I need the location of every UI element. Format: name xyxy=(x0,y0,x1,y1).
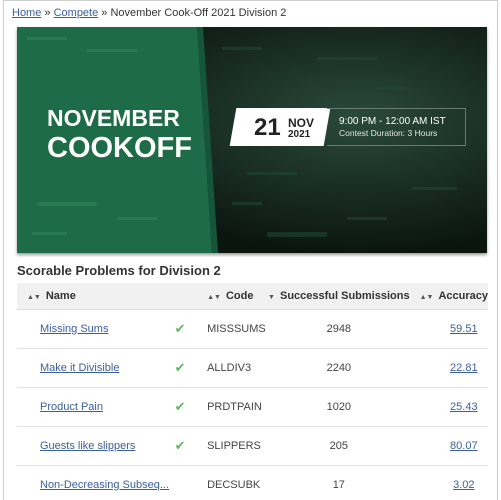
sort-icon: ▲▼ xyxy=(207,293,221,301)
sort-down-icon: ▼ xyxy=(268,293,275,301)
check-icon: ✔ xyxy=(174,320,186,336)
contest-banner: NOVEMBER COOKOFF 21 NOV 2021 9:00 PM - 1… xyxy=(17,27,487,253)
breadcrumb-compete-link[interactable]: Compete xyxy=(54,7,99,19)
successful-submissions: 1020 xyxy=(326,400,352,413)
table-header-row: ▲▼ Name ▲▼ Code ▼ Successful Submissions ▲▼… xyxy=(17,283,488,310)
date-month: NOV xyxy=(288,116,315,130)
contest-duration: Contest Duration: 3 Hours xyxy=(339,128,438,138)
accuracy-link[interactable]: 3.02 xyxy=(453,479,474,491)
header-accuracy-label: Accuracy xyxy=(438,289,488,302)
header-name[interactable]: ▲▼ Name xyxy=(17,283,192,310)
accuracy-link[interactable]: 80.07 xyxy=(450,440,478,452)
banner-title-line1: NOVEMBER xyxy=(47,105,180,131)
problems-table: ▲▼ Name ▲▼ Code ▼ Successful Submissions ▲▼… xyxy=(17,283,488,500)
table-row: Product Pain ✔ PRDTPAIN 1020 25.43 xyxy=(17,387,488,426)
time-box xyxy=(327,108,466,146)
accuracy-link[interactable]: 25.43 xyxy=(450,401,478,413)
successful-submissions: 17 xyxy=(332,478,345,491)
sort-icon: ▲▼ xyxy=(27,293,41,301)
check-icon: ✔ xyxy=(174,398,186,414)
breadcrumb-current: November Cook-Off 2021 Division 2 xyxy=(110,7,287,19)
successful-submissions: 2240 xyxy=(326,361,352,374)
table-row: Non-Decreasing Subseq... DECSUBK 17 3.02 xyxy=(17,465,488,500)
banner-title: NOVEMBER COOKOFF xyxy=(47,105,192,164)
problem-code: SLIPPERS xyxy=(207,439,261,452)
table-row: Missing Sums ✔ MISSSUMS 2948 59.51 xyxy=(17,309,488,348)
problem-code: MISSSUMS xyxy=(207,322,266,335)
accuracy-link[interactable]: 22.81 xyxy=(450,362,478,374)
problem-name-link[interactable]: Make it Divisible xyxy=(40,362,119,374)
header-submissions[interactable]: ▼ Successful Submissions xyxy=(268,283,410,310)
successful-submissions: 205 xyxy=(329,439,348,452)
check-icon: ✔ xyxy=(174,359,186,375)
problem-name-link[interactable]: Missing Sums xyxy=(40,323,108,335)
breadcrumb-separator: » xyxy=(44,7,51,19)
breadcrumb-home-link[interactable]: Home xyxy=(12,7,41,19)
problem-name-link[interactable]: Product Pain xyxy=(40,401,103,413)
successful-submissions: 2948 xyxy=(326,322,352,335)
problem-code: ALLDIV3 xyxy=(207,361,252,374)
breadcrumb: Home » Compete » November Cook-Off 2021 … xyxy=(12,7,286,19)
section-title: Scorable Problems for Division 2 xyxy=(17,263,221,278)
header-code[interactable]: ▲▼ Code xyxy=(191,283,269,310)
header-name-label: Name xyxy=(45,289,76,302)
breadcrumb-separator: » xyxy=(101,7,108,19)
problem-code: DECSUBK xyxy=(207,478,261,491)
accuracy-link[interactable]: 59.51 xyxy=(450,323,478,335)
contest-time: 9:00 PM - 12:00 AM IST xyxy=(339,116,446,127)
banner-title-line2: COOKOFF xyxy=(47,132,192,164)
problem-code: PRDTPAIN xyxy=(207,400,262,413)
problem-name-link[interactable]: Non-Decreasing Subseq... xyxy=(40,479,169,491)
date-day: 21 xyxy=(254,114,281,141)
header-submissions-label: Successful Submissions xyxy=(279,289,410,302)
check-icon: ✔ xyxy=(174,437,186,453)
problem-name-link[interactable]: Guests like slippers xyxy=(40,440,135,452)
table-row: Make it Divisible ✔ ALLDIV3 2240 22.81 xyxy=(17,348,488,387)
sort-icon: ▲▼ xyxy=(419,293,434,301)
date-year: 2021 xyxy=(288,129,311,140)
header-accuracy[interactable]: ▲▼ Accuracy xyxy=(409,283,488,310)
header-code-label: Code xyxy=(225,289,254,302)
table-row: Guests like slippers ✔ SLIPPERS 205 80.0… xyxy=(17,426,488,465)
